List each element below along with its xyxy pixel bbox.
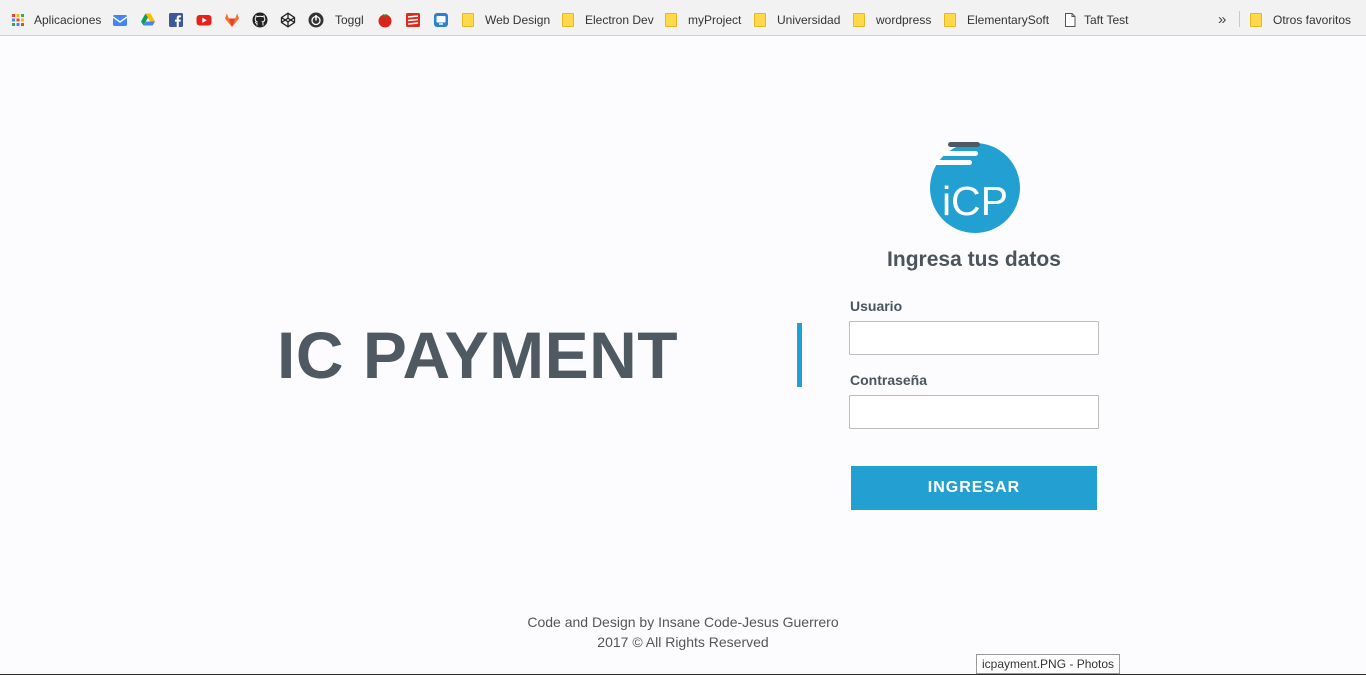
username-label: Usuario: [850, 298, 903, 314]
github-icon: [252, 12, 268, 28]
bookmark-github[interactable]: [252, 10, 268, 30]
bookmark-folder-universidad[interactable]: Universidad: [754, 10, 840, 30]
bookmark-label: wordpress: [876, 13, 932, 27]
bookmark-label: Aplicaciones: [34, 13, 102, 27]
folder-icon: [853, 13, 865, 27]
bookmark-label: Taft Test: [1084, 13, 1129, 27]
bookmark-label: Electron Dev: [585, 13, 654, 27]
bookmark-folder-myproject[interactable]: myProject: [665, 10, 741, 30]
bookmark-folder-web-design[interactable]: Web Design: [462, 10, 550, 30]
bookmark-label: Web Design: [485, 13, 551, 27]
bookmark-screen[interactable]: [433, 10, 449, 30]
folder-icon: [944, 13, 956, 27]
bookmark-apps[interactable]: Aplicaciones: [10, 10, 101, 30]
bookmark-inbox[interactable]: [112, 10, 128, 30]
logo-text: iCP: [942, 178, 1008, 224]
bookmarks-bar: Aplicaciones Toggl Web Design Electron D…: [0, 0, 1366, 36]
page-icon: [1062, 12, 1078, 28]
inbox-icon: [112, 12, 128, 28]
google-drive-icon: [140, 12, 156, 28]
screen-icon: [433, 12, 449, 28]
codepen-icon: [280, 12, 296, 28]
page-footer: Code and Design by Insane Code-Jesus Gue…: [483, 612, 883, 652]
footer-copyright: 2017 © All Rights Reserved: [597, 634, 769, 650]
bookmark-gitlab[interactable]: [224, 10, 240, 30]
bookmarks-divider: [1239, 11, 1240, 27]
bookmark-folder-wordpress[interactable]: wordpress: [853, 10, 931, 30]
bookmark-folder-elementarysoft[interactable]: ElementarySoft: [944, 10, 1049, 30]
folder-icon: [754, 13, 766, 27]
password-input[interactable]: [849, 395, 1099, 429]
folder-icon: [562, 13, 574, 27]
footer-credits: Code and Design by Insane Code-Jesus Gue…: [527, 614, 839, 630]
bookmark-taft-test[interactable]: Taft Test: [1062, 10, 1128, 30]
gitlab-icon: [224, 12, 240, 28]
username-input[interactable]: [849, 321, 1099, 355]
bookmarks-overflow-button[interactable]: »: [1218, 9, 1226, 29]
bookmark-label: Toggl: [335, 13, 364, 27]
bookmark-label: ElementarySoft: [967, 13, 1050, 27]
apps-grid-icon: [10, 12, 26, 28]
bookmark-codepen[interactable]: [280, 10, 296, 30]
bookmark-tomato[interactable]: [377, 10, 393, 30]
folder-icon: [462, 13, 474, 27]
bookmark-label: myProject: [688, 13, 742, 27]
bookmark-other-favorites[interactable]: Otros favoritos: [1250, 10, 1351, 30]
bookmark-folder-electron-dev[interactable]: Electron Dev: [562, 10, 654, 30]
bookmark-toggl[interactable]: Toggl: [308, 10, 364, 30]
bookmark-youtube[interactable]: [196, 10, 212, 30]
folder-icon: [1250, 13, 1262, 27]
youtube-icon: [196, 12, 212, 28]
login-form-title: Ingresa tus datos: [887, 248, 1061, 271]
facebook-icon: [168, 12, 184, 28]
login-button[interactable]: INGRESAR: [851, 466, 1097, 510]
bookmark-label: Universidad: [777, 13, 841, 27]
bookmark-facebook[interactable]: [168, 10, 184, 30]
todoist-icon: [405, 12, 421, 28]
bookmark-todoist[interactable]: [405, 10, 421, 30]
bookmark-label: Otros favoritos: [1273, 13, 1352, 27]
toggl-icon: [308, 12, 324, 28]
folder-icon: [665, 13, 677, 27]
brand-title: IC PAYMENT: [277, 318, 679, 392]
tomato-icon: [377, 12, 393, 28]
password-label: Contraseña: [850, 372, 928, 388]
icp-logo: iCP: [928, 140, 1022, 234]
taskbar-tooltip: icpayment.PNG - Photos: [976, 654, 1121, 674]
chevron-double-right-icon: »: [1218, 10, 1227, 28]
bookmark-google-drive[interactable]: [140, 10, 156, 30]
accent-divider: [797, 323, 802, 387]
